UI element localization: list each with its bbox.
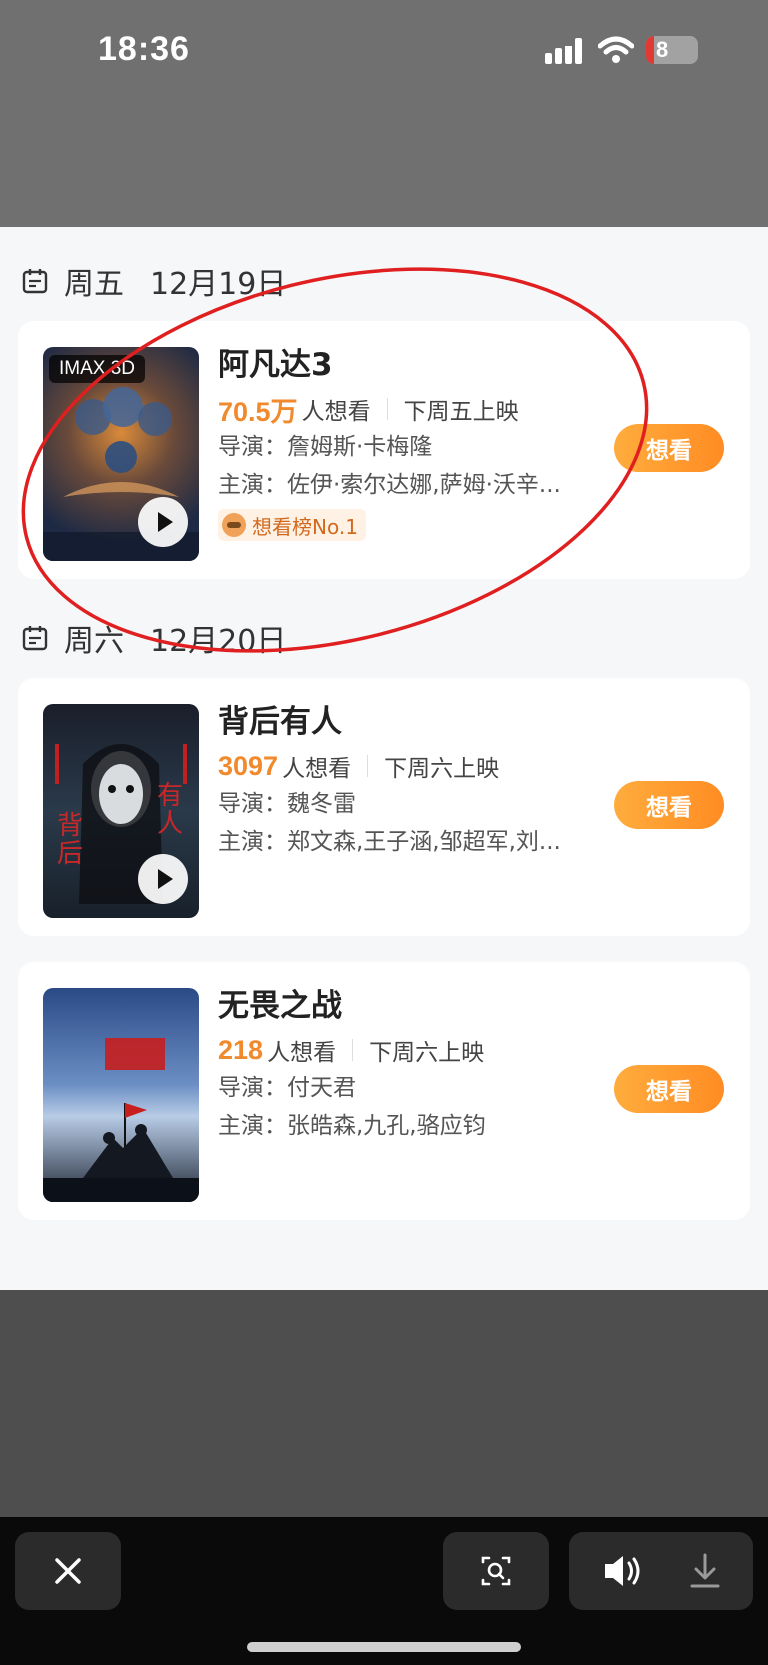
want-text: 人想看 <box>282 756 352 782</box>
movie-poster <box>43 988 199 1202</box>
status-bar: 18:36 8 <box>0 0 768 227</box>
bottom-toolbar <box>0 1517 768 1665</box>
date-label: 12月19日 <box>150 267 287 302</box>
movie-title[interactable]: 阿凡达3 <box>218 343 578 387</box>
cast-line: 主演：郑文森,王子涵,邹超军,刘... <box>218 829 561 855</box>
cellular-signal-icon <box>545 38 582 64</box>
battery-level: 8 <box>656 37 669 62</box>
director-line: 导演：付天君 <box>218 1075 356 1101</box>
date-header-sat: 周六 12月20日 <box>22 618 287 659</box>
movie-card[interactable]: IMAX 3D 阿凡达3 70.5万 人想看 下周五上映 导演：詹姆斯·卡梅隆 … <box>18 321 750 579</box>
media-controls[interactable] <box>569 1532 753 1610</box>
release-label: 下周五上映 <box>403 399 519 425</box>
svg-text:后: 后 <box>57 839 83 869</box>
movie-title[interactable]: 无畏之战 <box>218 984 578 1028</box>
want-text: 人想看 <box>267 1040 337 1066</box>
rank-mascot-icon <box>222 513 246 537</box>
scan-search-button[interactable] <box>443 1532 549 1610</box>
close-button[interactable] <box>15 1532 121 1610</box>
download-icon[interactable] <box>685 1551 725 1591</box>
poster-artwork <box>43 1038 199 1202</box>
director-line: 导演：魏冬雷 <box>218 791 356 817</box>
release-label: 下周六上映 <box>384 756 500 782</box>
movie-poster[interactable]: IMAX 3D <box>43 347 199 561</box>
play-trailer-button[interactable] <box>138 854 188 904</box>
rank-tag[interactable]: 想看榜No.1 <box>218 509 366 541</box>
wifi-icon <box>598 36 634 63</box>
want-to-see-button[interactable]: 想看 <box>614 1065 724 1113</box>
close-icon <box>55 1558 81 1584</box>
backdrop <box>0 1290 768 1517</box>
play-trailer-button[interactable] <box>138 497 188 547</box>
speaker-icon[interactable] <box>569 1532 753 1610</box>
want-count: 218 <box>218 1034 264 1065</box>
divider <box>386 398 388 420</box>
date-header-fri: 周五 12月19日 <box>22 261 287 302</box>
movie-card[interactable]: 无畏之战 218 人想看 下周六上映 导演：付天君 主演：张皓森,九孔,骆应钧 … <box>18 962 750 1220</box>
weekday-label: 周五 <box>64 267 124 302</box>
svg-text:背: 背 <box>57 811 83 841</box>
svg-text:有: 有 <box>157 781 183 811</box>
cast-line: 主演：张皓森,九孔,骆应钧 <box>218 1113 486 1139</box>
movie-list-panel: 周五 12月19日 IMAX 3D 阿凡达3 70.5万 人想看 下周五上映 导… <box>0 227 768 1290</box>
movie-poster[interactable]: 背 后 有 人 <box>43 704 199 918</box>
status-time: 18:36 <box>98 30 190 68</box>
svg-text:人: 人 <box>157 809 183 839</box>
want-count: 70.5万 <box>218 396 298 427</box>
date-label: 12月20日 <box>150 624 287 659</box>
battery-icon: 8 <box>646 36 698 64</box>
director-line: 导演：詹姆斯·卡梅隆 <box>218 434 433 460</box>
divider <box>352 1039 354 1061</box>
release-label: 下周六上映 <box>369 1040 485 1066</box>
format-badge: IMAX 3D <box>49 355 146 383</box>
home-indicator[interactable] <box>247 1642 521 1652</box>
weekday-label: 周六 <box>64 624 124 659</box>
calendar-icon <box>22 626 48 651</box>
scan-search-icon <box>481 1556 511 1586</box>
want-to-see-button[interactable]: 想看 <box>614 781 724 829</box>
divider <box>367 755 369 777</box>
want-count: 3097 <box>218 750 279 781</box>
movie-card[interactable]: 背 后 有 人 背后有人 3097 人想看 下周六上映 导演：魏冬雷 主演：郑文… <box>18 678 750 936</box>
movie-title[interactable]: 背后有人 <box>218 700 578 744</box>
rank-tag-label: 想看榜No.1 <box>252 514 358 539</box>
want-text: 人想看 <box>301 399 371 425</box>
cast-line: 主演：佐伊·索尔达娜,萨姆·沃辛... <box>218 472 561 498</box>
calendar-icon <box>22 269 48 294</box>
want-to-see-button[interactable]: 想看 <box>614 424 724 472</box>
